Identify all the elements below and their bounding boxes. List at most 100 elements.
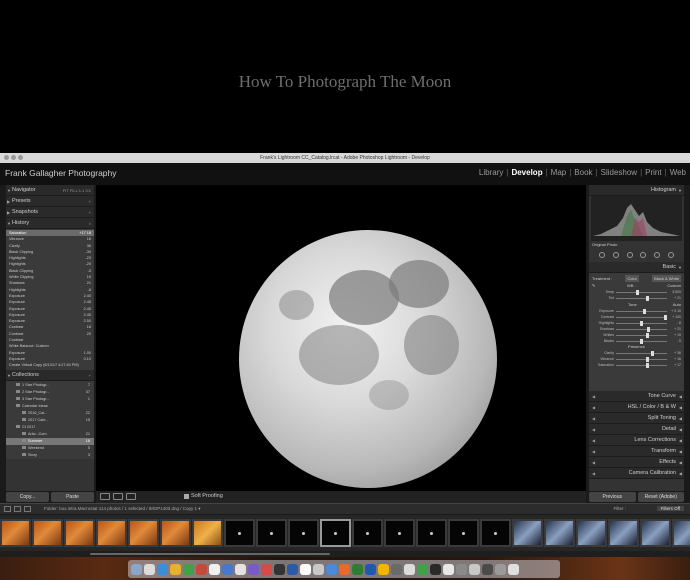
panel-section-1[interactable]: ◀ HSL / Color / B & W ◀ xyxy=(589,402,684,413)
dock-app-icon[interactable] xyxy=(339,563,350,575)
collections-header[interactable]: ▼ Collections + xyxy=(6,369,94,381)
panel-section-2[interactable]: ◀ Split Toning ◀ xyxy=(589,413,684,424)
radial-filter-icon[interactable] xyxy=(654,252,661,258)
filmstrip-thumbnail[interactable] xyxy=(64,519,95,547)
filmstrip-thumbnail[interactable] xyxy=(416,519,447,547)
add-preset-icon[interactable]: + xyxy=(89,196,91,207)
forward-arrow-icon[interactable] xyxy=(24,506,31,512)
history-header[interactable]: ▼ History × xyxy=(6,218,94,229)
dock-app-icon[interactable] xyxy=(443,563,454,575)
dock-app-icon[interactable] xyxy=(274,563,285,575)
filmstrip-thumbnail[interactable] xyxy=(160,519,191,547)
histogram-display[interactable] xyxy=(591,196,682,241)
dock-app-icon[interactable] xyxy=(404,563,415,575)
module-web[interactable]: Web xyxy=(670,168,686,177)
collection-item[interactable]: Summer 18 xyxy=(6,437,94,445)
slider-saturation[interactable]: Saturation + 17 xyxy=(592,362,681,368)
wb-select[interactable]: Custom xyxy=(667,282,681,289)
collection-item[interactable]: 3 Star Photogr... 1 xyxy=(6,396,94,403)
panel-section-5[interactable]: ◀ Transform ◀ xyxy=(589,446,684,457)
paste-button[interactable]: Paste xyxy=(51,492,94,502)
filmstrip-thumbnail[interactable] xyxy=(544,519,575,547)
dock-app-icon[interactable] xyxy=(430,563,441,575)
collection-item[interactable]: 2016_Cal... 22 xyxy=(6,410,94,417)
dock-app-icon[interactable] xyxy=(352,563,363,575)
dock-app-icon[interactable] xyxy=(287,563,298,575)
panel-section-4[interactable]: ◀ Lens Corrections ◀ xyxy=(589,435,684,446)
dock-app-icon[interactable] xyxy=(248,563,259,575)
crop-tool-icon[interactable] xyxy=(598,252,605,258)
auto-tone-button[interactable]: Auto xyxy=(673,301,681,308)
before-after-options-icon[interactable] xyxy=(126,493,136,500)
filmstrip-thumbnail[interactable] xyxy=(0,519,31,547)
basic-header[interactable]: Basic ▼ xyxy=(589,262,684,273)
filmstrip-thumbnail[interactable] xyxy=(672,519,690,547)
add-collection-icon[interactable]: + xyxy=(89,370,91,381)
module-book[interactable]: Book xyxy=(574,168,592,177)
history-item[interactable]: Create Virtual Copy (6/13/17 4:27:40 PM) xyxy=(6,362,94,368)
reset-button[interactable]: Reset (Adobe) xyxy=(637,492,684,502)
adjustment-brush-icon[interactable] xyxy=(668,252,675,258)
dock-app-icon[interactable] xyxy=(495,563,506,575)
collection-item[interactable]: 1 Star Photogr... 7 xyxy=(6,382,94,389)
filmstrip-thumbnail[interactable] xyxy=(128,519,159,547)
collection-item[interactable]: Calendar Ideas xyxy=(6,403,94,410)
collection-item[interactable]: Ct 2017 xyxy=(6,424,94,431)
module-map[interactable]: Map xyxy=(551,168,567,177)
add-snapshot-icon[interactable]: + xyxy=(89,207,91,218)
treatment-bw[interactable]: Black & White xyxy=(652,275,681,282)
collection-item[interactable]: 2017 Cale... 15 xyxy=(6,417,94,424)
back-arrow-icon[interactable] xyxy=(14,506,21,512)
filmstrip-thumbnail[interactable] xyxy=(192,519,223,547)
dock-app-icon[interactable] xyxy=(261,563,272,575)
dock-app-icon[interactable] xyxy=(417,563,428,575)
checkbox-icon[interactable] xyxy=(184,493,189,499)
dock-app-icon[interactable] xyxy=(391,563,402,575)
treatment-color[interactable]: Color xyxy=(625,275,639,282)
grid-view-icon[interactable] xyxy=(4,506,11,512)
dock-app-icon[interactable] xyxy=(482,563,493,575)
filmstrip-thumbnail[interactable] xyxy=(96,519,127,547)
dock-app-icon[interactable] xyxy=(183,563,194,575)
dock-app-icon[interactable] xyxy=(209,563,220,575)
panel-section-0[interactable]: ◀ Tone Curve ◀ xyxy=(589,391,684,402)
dock-app-icon[interactable] xyxy=(365,563,376,575)
dock-app-icon[interactable] xyxy=(326,563,337,575)
filmstrip-thumbnail[interactable] xyxy=(32,519,63,547)
dock-app-icon[interactable] xyxy=(313,563,324,575)
filmstrip-thumbnail[interactable] xyxy=(640,519,671,547)
filmstrip-thumbnail[interactable] xyxy=(608,519,639,547)
graduated-filter-icon[interactable] xyxy=(640,252,647,258)
dock-app-icon[interactable] xyxy=(378,563,389,575)
presets-header[interactable]: ▶ Presets + xyxy=(6,196,94,207)
filmstrip-thumbnail[interactable] xyxy=(288,519,319,547)
collection-item[interactable]: Story 3 xyxy=(6,452,94,459)
panel-section-3[interactable]: ◀ Detail ◀ xyxy=(589,424,684,435)
panel-section-7[interactable]: ◀ Camera Calibration ◀ xyxy=(589,468,684,479)
dock-app-icon[interactable] xyxy=(157,563,168,575)
before-after-icon[interactable] xyxy=(113,493,123,500)
clear-history-icon[interactable]: × xyxy=(89,218,91,229)
soft-proofing-toggle[interactable]: Soft Proofing xyxy=(184,493,223,499)
module-print[interactable]: Print xyxy=(645,168,661,177)
loupe-view-icon[interactable] xyxy=(100,493,110,500)
filmstrip-thumbnail[interactable] xyxy=(256,519,287,547)
dock-app-icon[interactable] xyxy=(300,563,311,575)
filters-off-select[interactable]: Filters Off xyxy=(656,506,684,511)
dock-app-icon[interactable] xyxy=(144,563,155,575)
dock-app-icon[interactable] xyxy=(508,563,519,575)
original-photo-checkbox[interactable]: Original Photo xyxy=(592,241,617,248)
photo-canvas[interactable] xyxy=(96,185,586,491)
dock-app-icon[interactable] xyxy=(170,563,181,575)
wb-eyedropper-icon[interactable]: ✎ xyxy=(592,282,595,289)
panel-section-6[interactable]: ◀ Effects ◀ xyxy=(589,457,684,468)
module-slideshow[interactable]: Slideshow xyxy=(601,168,637,177)
filmstrip-thumbnail[interactable] xyxy=(512,519,543,547)
dock-app-icon[interactable] xyxy=(196,563,207,575)
dock-app-icon[interactable] xyxy=(469,563,480,575)
navigator-zoom-options[interactable]: FIT FILL 1:1 3:1 xyxy=(63,185,91,196)
filmstrip-thumbnail[interactable] xyxy=(352,519,383,547)
filmstrip-thumbnail[interactable] xyxy=(320,519,351,547)
dock-app-icon[interactable] xyxy=(235,563,246,575)
filmstrip-thumbnail[interactable] xyxy=(224,519,255,547)
